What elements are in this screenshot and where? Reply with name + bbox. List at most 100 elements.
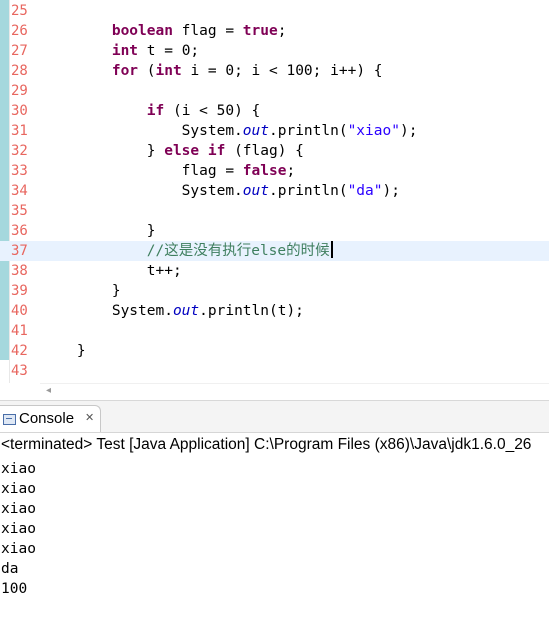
code-token: (flag) { xyxy=(225,143,304,159)
code-token: if xyxy=(207,143,226,159)
code-text[interactable]: for (int i = 0; i < 100; i++) { xyxy=(42,61,383,81)
code-token: ); xyxy=(399,123,418,139)
code-line[interactable]: 40 System.out.println(t); xyxy=(0,301,549,321)
code-token: out xyxy=(242,183,269,199)
console-tab-label: Console xyxy=(19,410,75,427)
code-line[interactable]: 31 System.out.println("xiao"); xyxy=(0,121,549,141)
console-status-text: <terminated> Test [Java Application] C:\… xyxy=(1,436,532,453)
console-output-line: xiao xyxy=(1,461,36,477)
line-number: 30 xyxy=(11,103,28,119)
code-token: } xyxy=(42,143,165,159)
code-token: else xyxy=(164,143,200,159)
code-token: (i < 50) { xyxy=(164,103,261,119)
code-text[interactable]: } xyxy=(42,221,156,241)
code-token: ( xyxy=(138,63,156,79)
line-number: 28 xyxy=(11,63,28,79)
line-number: 37 xyxy=(11,243,28,259)
scroll-left-icon[interactable]: ◂ xyxy=(46,385,51,396)
code-text[interactable]: t++; xyxy=(42,261,182,281)
close-icon[interactable]: ✕ xyxy=(85,411,94,424)
code-line[interactable]: 27 int t = 0; xyxy=(0,41,549,61)
line-number: 36 xyxy=(11,223,28,239)
console-output-line: xiao xyxy=(1,521,36,537)
code-token: flag = xyxy=(172,23,243,39)
line-number: 34 xyxy=(11,183,28,199)
code-line[interactable]: 39 } xyxy=(0,281,549,301)
code-token: if xyxy=(146,103,165,119)
code-text[interactable]: System.out.println(t); xyxy=(42,301,304,321)
console-output-line: xiao xyxy=(1,481,36,497)
code-text[interactable]: } xyxy=(42,281,121,301)
code-text[interactable]: } xyxy=(42,341,86,361)
code-text[interactable]: //这是没有执行else的时候 xyxy=(42,241,333,261)
code-token: flag = xyxy=(42,163,243,179)
code-token: System. xyxy=(42,183,243,199)
code-line[interactable]: 26 boolean flag = true; xyxy=(0,21,549,41)
console-panel: Console ✕ <terminated> Test [Java Applic… xyxy=(0,400,549,628)
text-caret xyxy=(330,241,333,258)
line-number: 32 xyxy=(11,143,28,159)
console-output-line: da xyxy=(1,561,19,577)
code-text[interactable]: System.out.println("xiao"); xyxy=(42,121,418,141)
code-token: "da" xyxy=(347,183,383,199)
code-text[interactable]: boolean flag = true; xyxy=(42,21,287,41)
code-line[interactable]: 36 } xyxy=(0,221,549,241)
code-text[interactable]: int t = 0; xyxy=(42,41,199,61)
code-line[interactable]: 34 System.out.println("da"); xyxy=(0,181,549,201)
code-token: .println( xyxy=(269,123,348,139)
code-line-current[interactable]: 37 //这是没有执行else的时候 xyxy=(0,241,549,261)
code-token: } xyxy=(42,283,121,299)
code-line[interactable]: 32 } else if (flag) { xyxy=(0,141,549,161)
console-tab-bar: Console ✕ xyxy=(0,401,549,433)
line-number: 43 xyxy=(11,363,28,379)
console-output[interactable]: xiao xiao xiao xiao xiao da 100 xyxy=(1,459,36,599)
code-token: System. xyxy=(42,123,243,139)
code-token: .println(t); xyxy=(199,303,304,319)
code-text[interactable]: if (i < 50) { xyxy=(42,101,261,121)
code-token: true xyxy=(242,23,278,39)
line-number: 39 xyxy=(11,283,28,299)
code-line[interactable]: 28 for (int i = 0; i < 100; i++) { xyxy=(0,61,549,81)
console-output-line: 100 xyxy=(1,581,28,597)
code-token: false xyxy=(242,163,287,179)
line-number: 41 xyxy=(11,323,28,339)
horizontal-scrollbar[interactable]: ◂ xyxy=(40,383,549,401)
line-number: 42 xyxy=(11,343,28,359)
code-text[interactable]: System.out.println("da"); xyxy=(42,181,400,201)
line-number: 38 xyxy=(11,263,28,279)
code-line[interactable]: 42 } xyxy=(0,341,549,361)
code-line[interactable]: 30 if (i < 50) { xyxy=(0,101,549,121)
code-editor[interactable]: 25 26 boolean flag = true; 27 int t = 0; 28… xyxy=(0,0,549,383)
tab-console[interactable]: Console ✕ xyxy=(0,405,101,432)
console-output-line: xiao xyxy=(1,501,36,517)
code-token: ; xyxy=(277,23,287,39)
code-line[interactable]: 43 xyxy=(0,361,549,381)
code-token: ); xyxy=(382,183,400,199)
code-token: int xyxy=(155,63,182,79)
code-token: t = 0; xyxy=(138,43,200,59)
code-line[interactable]: 41 xyxy=(0,321,549,341)
code-line[interactable]: 38 t++; xyxy=(0,261,549,281)
code-token: t++; xyxy=(42,263,182,279)
code-token: System. xyxy=(42,303,173,319)
code-token: for xyxy=(111,63,139,79)
code-token: "xiao" xyxy=(347,123,400,139)
code-line[interactable]: 29 xyxy=(0,81,549,101)
code-text[interactable]: flag = false; xyxy=(42,161,296,181)
code-line[interactable]: 33 flag = false; xyxy=(0,161,549,181)
line-number: 33 xyxy=(11,163,28,179)
code-line[interactable]: 25 xyxy=(0,1,549,21)
code-token: int xyxy=(111,43,139,59)
line-number: 29 xyxy=(11,83,28,99)
code-text[interactable]: } else if (flag) { xyxy=(42,141,304,161)
line-number: 26 xyxy=(11,23,28,39)
code-token: boolean xyxy=(111,23,173,39)
line-number: 25 xyxy=(11,3,28,19)
code-line[interactable]: 35 xyxy=(0,201,549,221)
